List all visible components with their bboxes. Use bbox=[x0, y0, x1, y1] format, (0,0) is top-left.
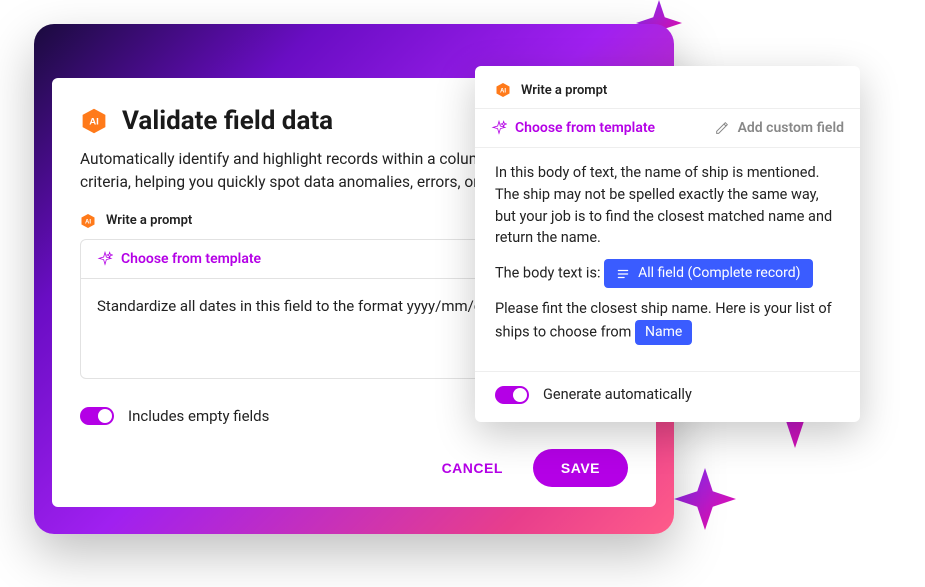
sparkle-decoration bbox=[674, 468, 736, 530]
includes-empty-toggle[interactable] bbox=[80, 407, 114, 425]
prompt-paragraph: In this body of text, the name of ship i… bbox=[495, 162, 840, 249]
list-icon bbox=[616, 267, 630, 281]
prompt-section-label: Write a prompt bbox=[106, 213, 192, 228]
tab-label: Choose from template bbox=[515, 120, 655, 136]
ai-hex-icon: AI bbox=[495, 82, 511, 98]
chip-label: All field (Complete record) bbox=[638, 263, 800, 284]
field-chip-name[interactable]: Name bbox=[635, 320, 692, 345]
edit-icon bbox=[714, 120, 730, 136]
dialog-title: Validate field data bbox=[122, 106, 333, 136]
ai-hex-icon: AI bbox=[80, 107, 108, 135]
sparkle-icon bbox=[97, 251, 113, 267]
save-button[interactable]: SAVE bbox=[533, 449, 628, 487]
prompt-text: The body text is: bbox=[495, 264, 600, 281]
chip-label: Name bbox=[645, 322, 682, 343]
cancel-button[interactable]: CANCEL bbox=[436, 450, 509, 486]
tab-choose-template[interactable]: Choose from template bbox=[81, 240, 277, 278]
generate-auto-toggle[interactable] bbox=[495, 386, 529, 404]
prompt-body[interactable]: In this body of text, the name of ship i… bbox=[475, 148, 860, 372]
tab-add-custom-field[interactable]: Add custom field bbox=[698, 109, 860, 147]
svg-text:AI: AI bbox=[500, 89, 506, 95]
prompt-editor-popup: AI Write a prompt Choose from template A… bbox=[475, 66, 860, 422]
tab-choose-template[interactable]: Choose from template bbox=[475, 109, 671, 147]
prompt-section-label: Write a prompt bbox=[521, 83, 607, 98]
sparkle-icon bbox=[491, 120, 507, 136]
toggle-label: Generate automatically bbox=[543, 386, 692, 403]
field-chip-all[interactable]: All field (Complete record) bbox=[604, 259, 812, 288]
toggle-label: Includes empty fields bbox=[128, 407, 269, 425]
tab-label: Add custom field bbox=[738, 120, 844, 136]
svg-text:AI: AI bbox=[85, 219, 91, 225]
tab-label: Choose from template bbox=[121, 251, 261, 267]
ai-hex-icon: AI bbox=[80, 213, 96, 229]
svg-text:AI: AI bbox=[89, 117, 99, 128]
